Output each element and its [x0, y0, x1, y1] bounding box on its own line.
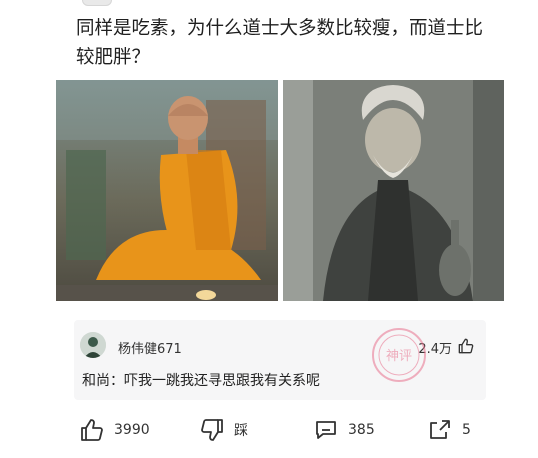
comment-card[interactable]: 杨伟健671 2.4万 和尚：吓我一跳我还寻思跟我有关系呢 神评	[74, 320, 486, 400]
comment-icon	[316, 421, 336, 439]
comment-text: 和尚：吓我一跳我还寻思跟我有关系呢	[82, 373, 320, 389]
monk-image[interactable]	[56, 80, 278, 301]
featured-comment-stamp: 神评	[370, 326, 428, 384]
top-avatar-stub	[82, 0, 112, 6]
like-count: 3990	[114, 422, 150, 438]
share-button[interactable]: 5	[428, 415, 471, 445]
image-row	[56, 80, 504, 301]
thumbs-down-icon	[201, 419, 223, 441]
commenter-avatar[interactable]	[80, 332, 106, 358]
dislike-label: 踩	[234, 423, 248, 439]
share-count: 5	[462, 422, 471, 438]
question-title[interactable]: 同样是吃素，为什么道士大多数比较瘦，而道士比较肥胖？	[76, 14, 496, 72]
thumbs-up-icon[interactable]	[458, 338, 474, 354]
comment-count: 385	[348, 422, 375, 438]
stamp-text: 神评	[386, 349, 412, 364]
dislike-button[interactable]: 踩	[200, 415, 248, 445]
thumbs-up-icon	[81, 419, 103, 441]
comment-button[interactable]: 385	[314, 415, 375, 445]
action-bar: 3990 踩 385 5	[0, 415, 538, 445]
like-button[interactable]: 3990	[80, 415, 150, 445]
commenter-username[interactable]: 杨伟健671	[118, 338, 182, 357]
taoist-image[interactable]	[283, 80, 504, 301]
share-icon	[430, 420, 450, 439]
